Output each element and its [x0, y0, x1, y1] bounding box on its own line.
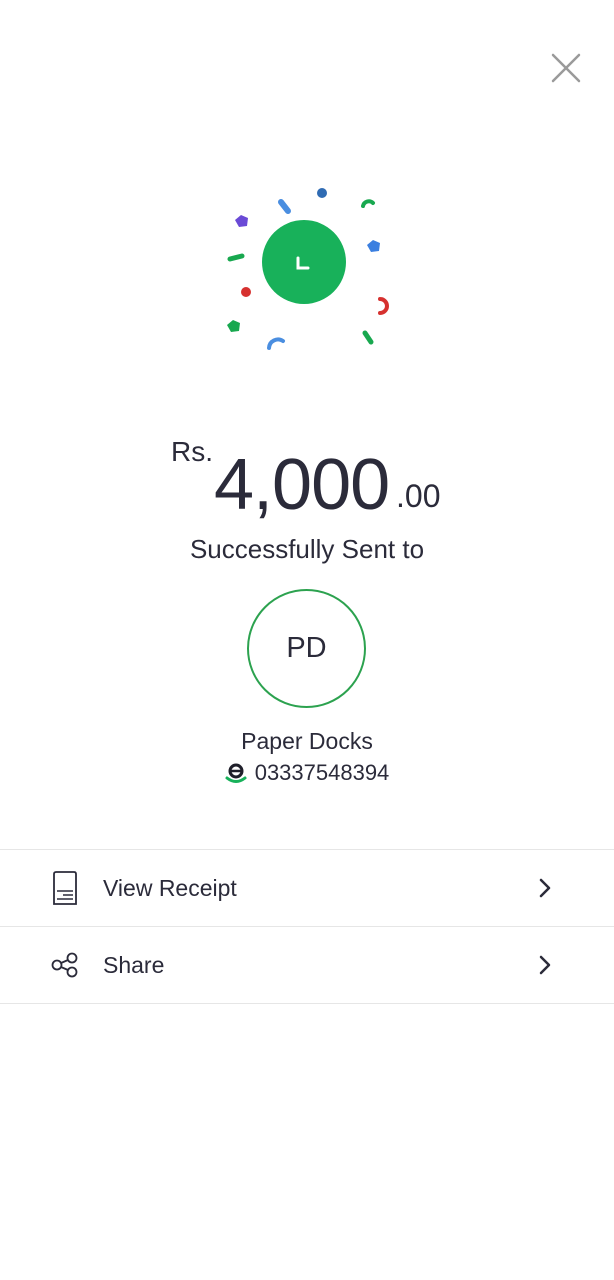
success-circle [262, 220, 346, 304]
success-celebration [200, 180, 420, 360]
recipient-name: Paper Docks [241, 728, 373, 754]
chevron-right-icon [539, 878, 551, 898]
recipient-phone: 03337548394 [254, 760, 390, 785]
status-text: Successfully Sent to [189, 534, 425, 564]
share-icon [50, 947, 80, 983]
close-icon [551, 53, 581, 83]
view-receipt-label: View Receipt [103, 874, 237, 901]
amount-display: Rs. 4,000 .00 [0, 430, 614, 530]
chevron-right-icon [539, 955, 551, 975]
view-receipt-button[interactable]: View Receipt [0, 850, 614, 927]
close-button[interactable] [546, 48, 586, 88]
avatar-initials: PD [286, 632, 327, 664]
share-button[interactable]: Share [0, 927, 614, 1004]
currency-label: Rs. [171, 436, 213, 467]
share-label: Share [103, 951, 165, 978]
amount-decimal: .00 [396, 478, 441, 514]
receipt-icon [50, 870, 80, 906]
action-list: View Receipt Share [0, 849, 614, 1004]
recipient-phone-row: 03337548394 [0, 760, 614, 786]
easypaisa-icon [225, 763, 247, 783]
avatar: PD [247, 589, 366, 708]
amount-value: 4,000 [214, 445, 390, 525]
